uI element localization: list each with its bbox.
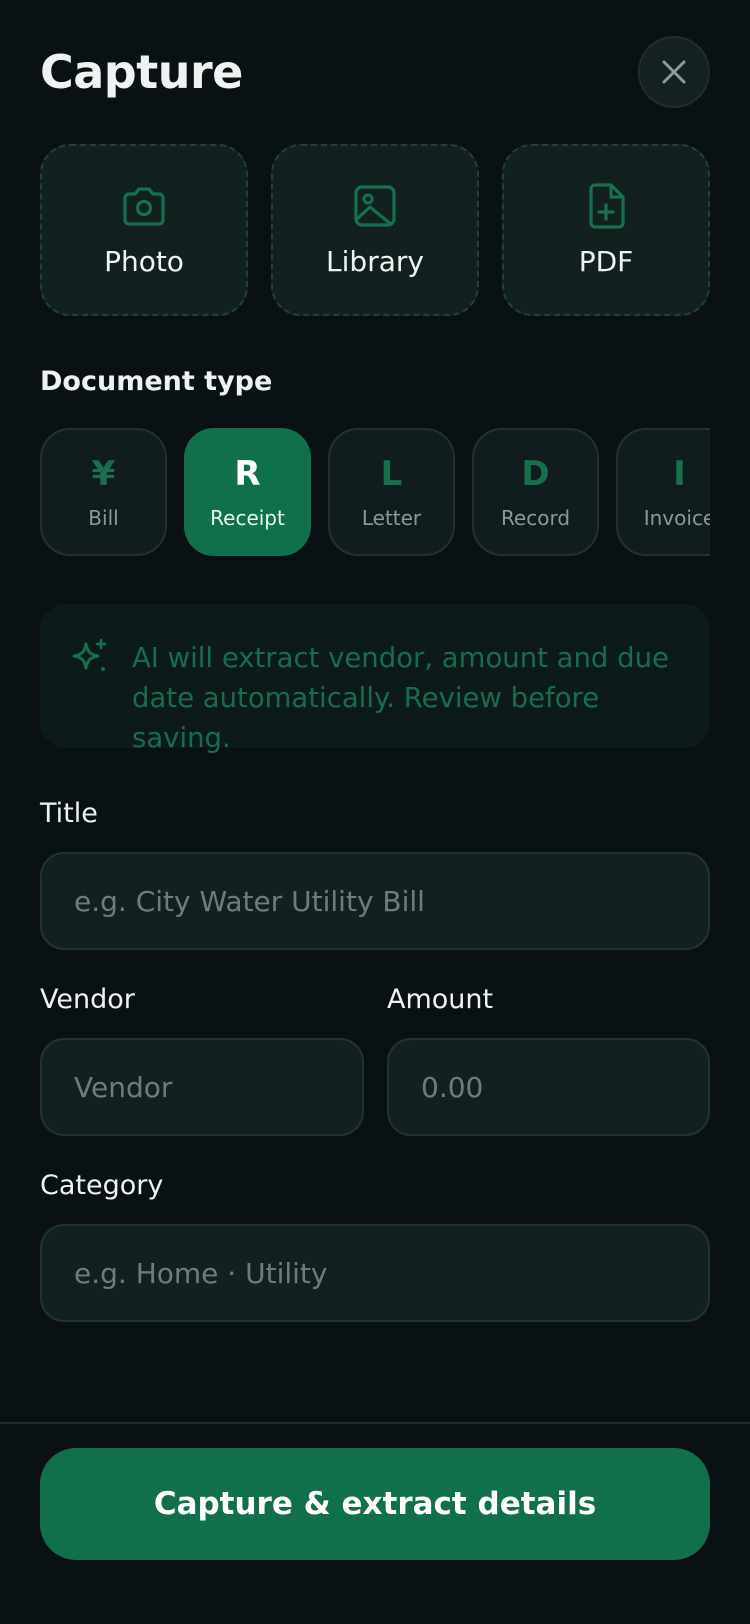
bill-glyph: ¥ [91, 454, 116, 494]
footer-divider [0, 1422, 750, 1424]
capture-extract-button[interactable]: Capture & extract details [40, 1448, 710, 1560]
type-label: Letter [361, 506, 422, 530]
photo-source-label: Photo [104, 244, 184, 278]
capture-screen: Capture Photo Library PDF Document type … [0, 0, 750, 1624]
category-label: Category [40, 1170, 164, 1201]
type-option-bill[interactable]: ¥ Bill [40, 428, 167, 556]
title-input[interactable] [40, 852, 710, 950]
file-plus-icon [589, 182, 625, 229]
close-button[interactable] [638, 36, 710, 108]
vendor-input[interactable] [40, 1038, 364, 1136]
title-label: Title [40, 798, 98, 829]
invoice-glyph: I [673, 454, 686, 494]
image-icon [354, 184, 396, 227]
type-option-receipt[interactable]: R Receipt [184, 428, 311, 556]
type-option-record[interactable]: D Record [472, 428, 599, 556]
record-glyph: D [521, 454, 550, 494]
close-icon [662, 60, 686, 84]
page-title: Capture [40, 45, 243, 99]
type-option-invoice[interactable]: I Invoice [616, 428, 710, 556]
ai-extraction-notice: AI will extract vendor, amount and due d… [40, 604, 710, 754]
letter-glyph: L [380, 454, 403, 494]
capture-source-options: Photo Library PDF [40, 144, 710, 316]
amount-input[interactable] [387, 1038, 710, 1136]
type-label: Invoice [643, 506, 710, 530]
category-input[interactable] [40, 1224, 710, 1322]
header: Capture [40, 36, 710, 108]
amount-label: Amount [387, 984, 494, 1015]
type-label: Record [500, 506, 571, 530]
document-type-heading: Document type [40, 366, 273, 397]
document-type-selector: ¥ Bill R Receipt L Letter D Record I Inv… [40, 428, 710, 556]
library-source-button[interactable]: Library [271, 144, 479, 316]
vendor-label: Vendor [40, 984, 135, 1015]
receipt-glyph: R [234, 454, 261, 494]
type-option-letter[interactable]: L Letter [328, 428, 455, 556]
photo-source-button[interactable]: Photo [40, 144, 248, 316]
ai-notice-text: AI will extract vendor, amount and due d… [132, 642, 669, 754]
camera-icon [123, 186, 165, 226]
pdf-source-button[interactable]: PDF [502, 144, 710, 316]
type-label: Receipt [210, 506, 285, 530]
type-label: Bill [88, 506, 119, 530]
sparkle-icon [72, 638, 107, 671]
library-source-label: Library [326, 244, 424, 278]
pdf-source-label: PDF [578, 244, 634, 278]
